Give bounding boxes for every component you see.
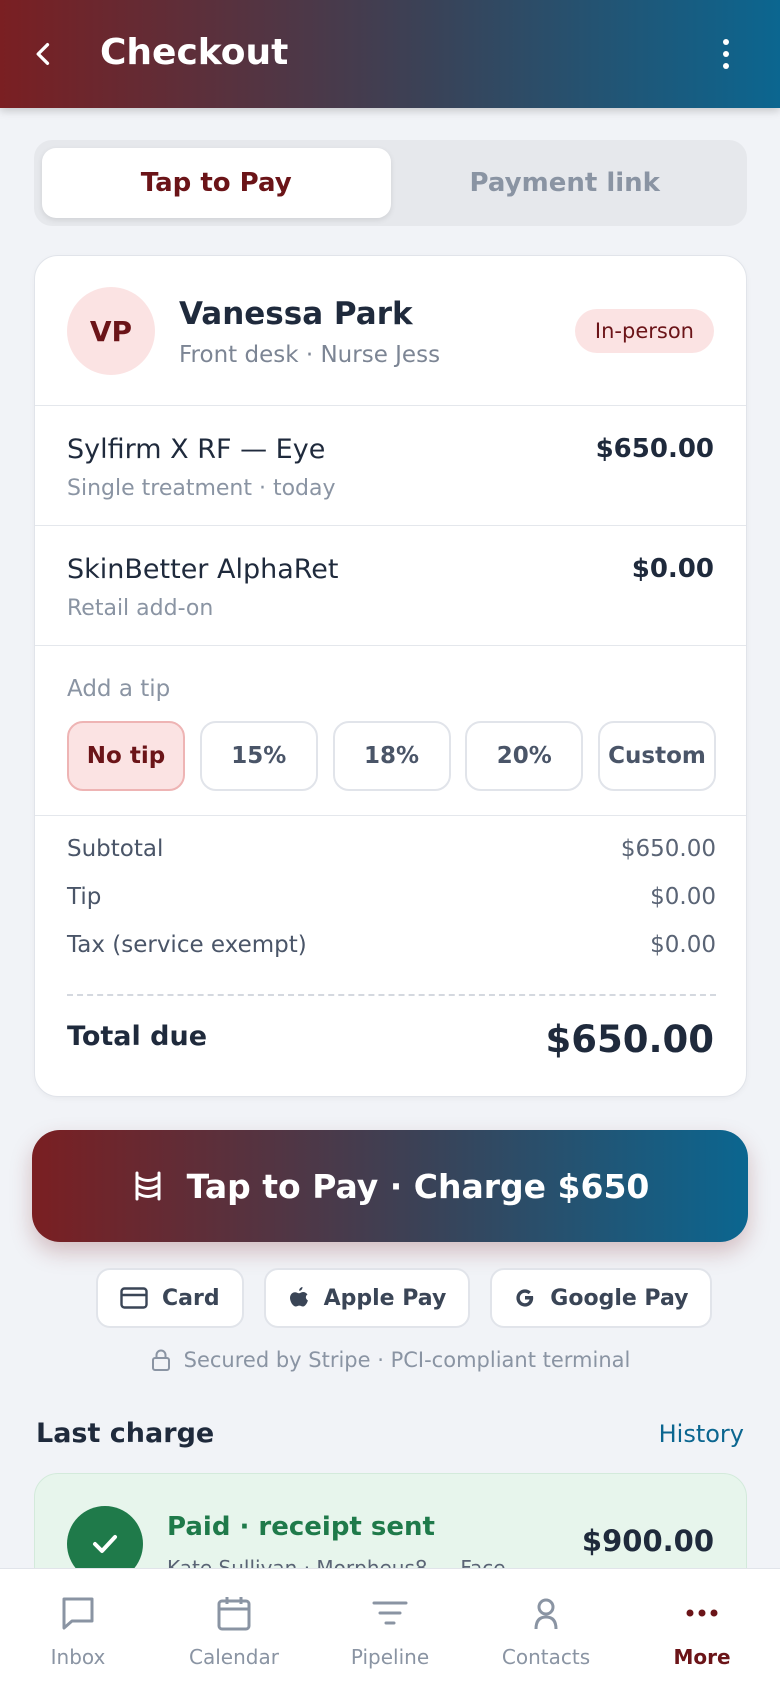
- patient-row[interactable]: VP Vanessa Park Front desk · Nurse Jess …: [35, 256, 746, 406]
- overflow-menu-button[interactable]: [702, 30, 750, 78]
- total-due-label: Total due: [67, 1021, 208, 1052]
- alternate-payment-methods: Card Apple Pay Google Pay: [96, 1268, 713, 1328]
- lock-icon: [151, 1349, 170, 1371]
- last-charge-status: Paid · receipt sent: [167, 1512, 435, 1542]
- tip-option-custom[interactable]: Custom: [598, 721, 716, 791]
- checkmark-icon: [93, 1535, 117, 1553]
- kebab-menu-icon: [723, 39, 729, 69]
- line-item-price: $0.00: [631, 554, 714, 584]
- chat-bubble-icon: [62, 1597, 94, 1630]
- tip-row: Tip $0.00: [67, 884, 716, 932]
- totals-summary: Subtotal $650.00 Tip $0.00 Tax (service …: [67, 836, 716, 980]
- card-method-button[interactable]: Card: [96, 1268, 244, 1328]
- tax-value: $0.00: [650, 932, 716, 958]
- back-button[interactable]: [20, 30, 68, 78]
- google-icon: [516, 1289, 534, 1307]
- nav-label-more: More: [673, 1645, 731, 1669]
- tax-label: Tax (service exempt): [67, 932, 307, 958]
- nav-item-contacts[interactable]: Contacts: [468, 1569, 624, 1688]
- tip-option-15[interactable]: 15%: [199, 721, 318, 791]
- line-item-name: SkinBetter AlphaRet: [67, 554, 339, 585]
- google-pay-button[interactable]: Google Pay: [490, 1268, 713, 1328]
- visit-type-badge: In-person: [574, 309, 714, 353]
- patient-subtitle: Front desk · Nurse Jess: [179, 342, 441, 368]
- total-due-value: $650.00: [545, 1018, 714, 1061]
- contactless-icon: [135, 1171, 161, 1201]
- line-item-subtitle: Single treatment · today: [67, 476, 336, 501]
- nav-item-inbox[interactable]: Inbox: [0, 1569, 156, 1688]
- google-pay-label: Google Pay: [550, 1285, 689, 1311]
- last-charge-amount: $900.00: [581, 1524, 714, 1558]
- tip-total-value: $0.00: [650, 884, 716, 910]
- tip-section: Add a tip No tip 15% 18% 20% Custom: [35, 646, 746, 816]
- checkout-card: VP Vanessa Park Front desk · Nurse Jess …: [34, 255, 747, 1097]
- nav-item-calendar[interactable]: Calendar: [156, 1569, 312, 1688]
- apple-pay-button[interactable]: Apple Pay: [263, 1268, 471, 1328]
- tip-total-label: Tip: [67, 884, 102, 910]
- bottom-navigation: Inbox Calendar Pipeline Contacts More: [0, 1568, 780, 1688]
- tip-option-20[interactable]: 20%: [465, 721, 584, 791]
- calendar-icon: [217, 1597, 251, 1631]
- credit-card-icon: [120, 1287, 148, 1309]
- security-note: Secured by Stripe · PCI-compliant termin…: [0, 1348, 780, 1372]
- apple-pay-label: Apple Pay: [323, 1285, 447, 1311]
- subtotal-label: Subtotal: [67, 836, 164, 862]
- tip-label: Add a tip: [67, 676, 171, 702]
- tap-to-pay-charge-button[interactable]: Tap to Pay · Charge $650: [32, 1130, 748, 1242]
- line-item-price: $650.00: [595, 434, 714, 464]
- nav-label-contacts: Contacts: [501, 1645, 591, 1669]
- page-title: Checkout: [100, 32, 289, 73]
- security-text: Secured by Stripe · PCI-compliant termin…: [183, 1348, 631, 1372]
- subtotal-value: $650.00: [620, 836, 716, 862]
- subtotal-row: Subtotal $650.00: [67, 836, 716, 884]
- cta-label: Tap to Pay · Charge $650: [186, 1166, 650, 1206]
- nav-label-inbox: Inbox: [50, 1645, 106, 1669]
- card-method-label: Card: [162, 1285, 220, 1311]
- nav-item-more[interactable]: More: [624, 1569, 780, 1688]
- nav-item-pipeline[interactable]: Pipeline: [312, 1569, 468, 1688]
- app-header: Checkout: [0, 0, 780, 108]
- tax-row: Tax (service exempt) $0.00: [67, 932, 716, 980]
- line-item[interactable]: Sylfirm X RF — Eye Single treatment · to…: [35, 406, 746, 526]
- apple-icon: [289, 1287, 308, 1307]
- patient-name: Vanessa Park: [179, 296, 413, 332]
- tip-option-18[interactable]: 18%: [332, 721, 451, 791]
- line-item-name: Sylfirm X RF — Eye: [67, 434, 326, 465]
- nav-label-calendar: Calendar: [189, 1645, 279, 1669]
- tab-payment-link[interactable]: Payment link: [391, 148, 740, 218]
- chevron-left-icon: [36, 43, 50, 65]
- tip-option-no-tip[interactable]: No tip: [67, 721, 185, 791]
- tip-options: No tip 15% 18% 20% Custom: [67, 721, 716, 791]
- line-item[interactable]: SkinBetter AlphaRet Retail add-on $0.00: [35, 526, 746, 646]
- tab-tap-to-pay[interactable]: Tap to Pay: [42, 148, 391, 218]
- more-dots-icon: [686, 1609, 718, 1617]
- person-icon: [534, 1598, 558, 1630]
- line-item-subtitle: Retail add-on: [67, 596, 214, 621]
- totals-divider: [67, 994, 716, 996]
- avatar: VP: [67, 287, 155, 375]
- history-link[interactable]: History: [659, 1420, 744, 1448]
- payment-mode-segmented-control: Tap to Pay Payment link: [34, 140, 747, 226]
- last-charge-heading: Last charge: [36, 1418, 215, 1449]
- nav-label-pipeline: Pipeline: [350, 1645, 430, 1669]
- filter-lines-icon: [372, 1601, 408, 1625]
